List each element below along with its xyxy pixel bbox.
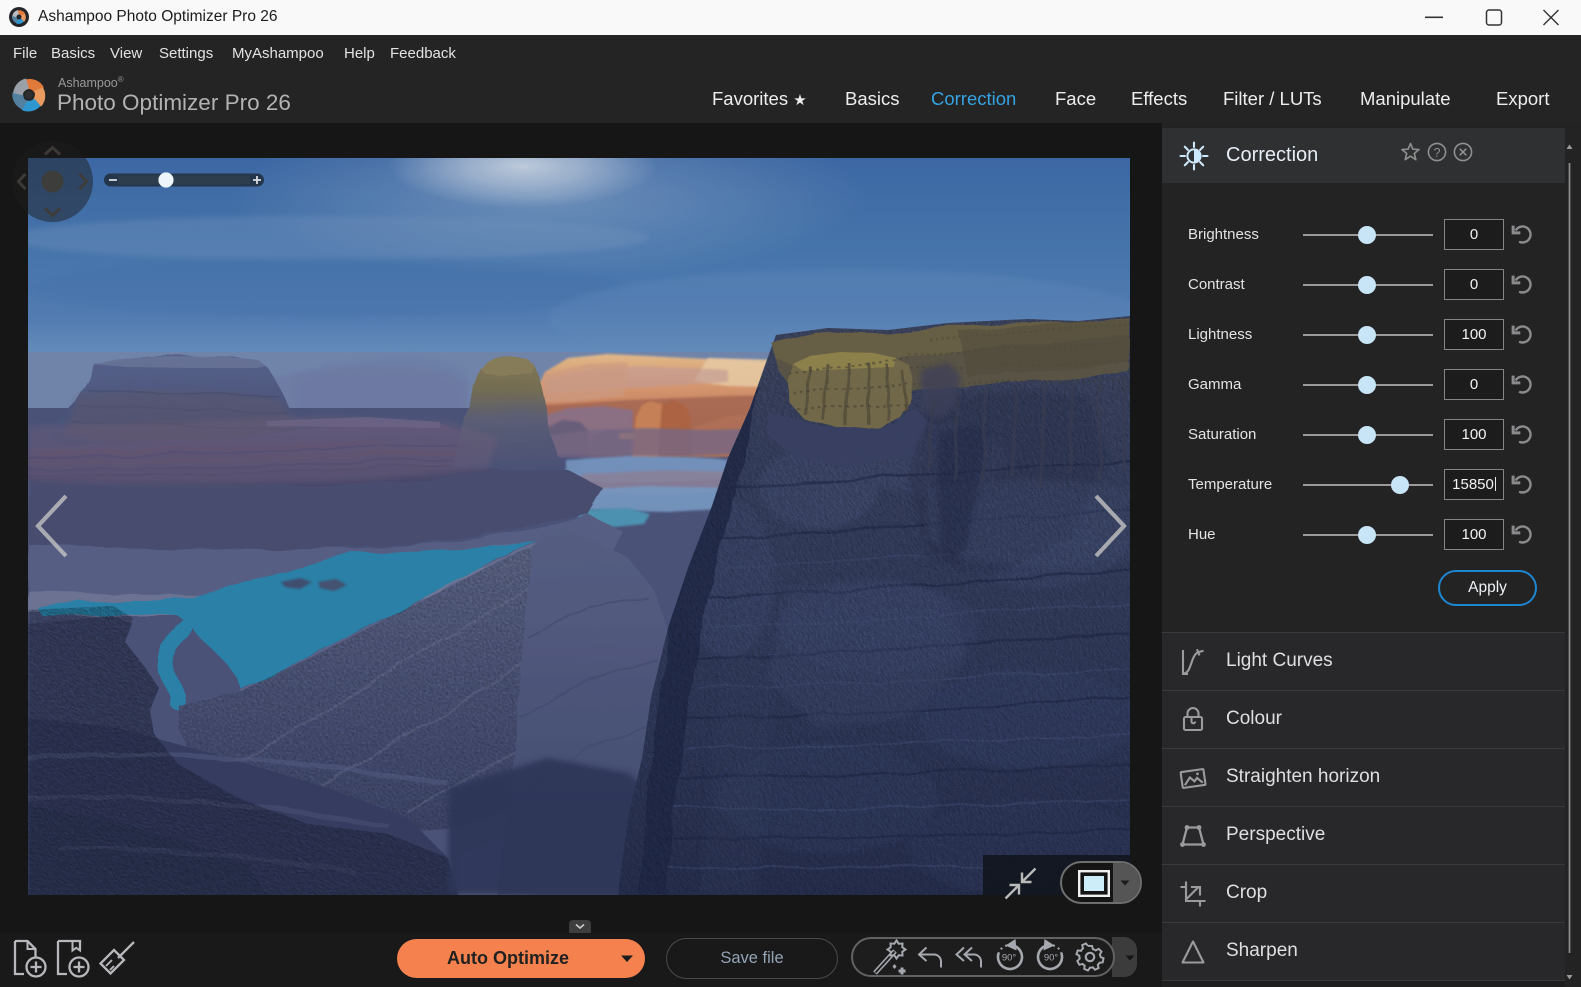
svg-text:90°: 90° <box>1002 953 1017 964</box>
svg-text:90°: 90° <box>1044 953 1059 964</box>
svg-text:?: ? <box>1434 146 1441 160</box>
